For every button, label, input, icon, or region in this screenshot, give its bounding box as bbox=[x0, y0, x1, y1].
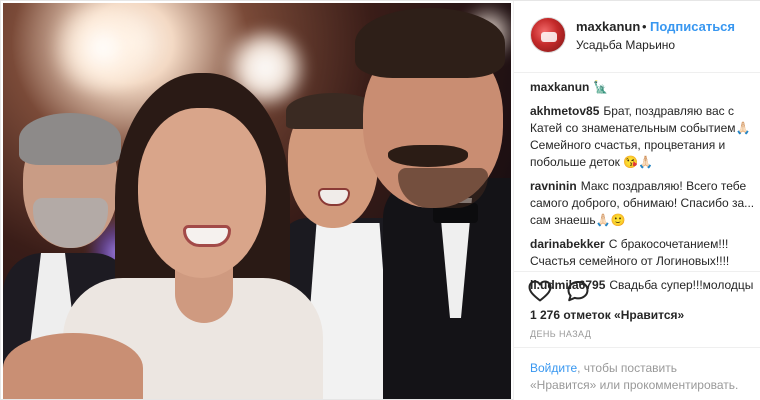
post-photo[interactable] bbox=[3, 3, 511, 399]
likes-count[interactable]: 1 276 отметок «Нравится» bbox=[530, 308, 684, 322]
bride-arm bbox=[3, 333, 143, 399]
person-right-mustache bbox=[388, 145, 468, 167]
speech-bubble-icon[interactable] bbox=[566, 280, 592, 304]
person-right-hair bbox=[355, 8, 505, 78]
comment-username[interactable]: ravninin bbox=[530, 179, 577, 193]
comment-item: darinabekker С бракосочетанием!!! Счастья… bbox=[530, 236, 756, 270]
comment-username[interactable]: akhmetov85 bbox=[530, 104, 599, 118]
login-prompt: Войдите, чтобы поставить «Нравится» или … bbox=[514, 347, 760, 400]
instagram-post: maxkanun • Подписаться Усадьба Марьино m… bbox=[0, 0, 760, 400]
post-side-panel: maxkanun • Подписаться Усадьба Марьино m… bbox=[513, 1, 760, 400]
post-actions: 1 276 отметок «Нравится» ДЕНЬ НАЗАД bbox=[514, 271, 760, 346]
heart-outline-icon[interactable] bbox=[528, 280, 554, 304]
post-author-username[interactable]: maxkanun bbox=[576, 19, 640, 34]
follow-button[interactable]: Подписаться bbox=[650, 19, 735, 34]
bride-face bbox=[138, 108, 266, 278]
avatar[interactable] bbox=[530, 17, 566, 53]
caption-username[interactable]: maxkanun bbox=[530, 80, 589, 94]
caption-text: 🗽 bbox=[593, 80, 609, 94]
comment-item: akhmetov85 Брат, поздравляю вас с Катей с… bbox=[530, 103, 756, 171]
comment-username[interactable]: darinabekker bbox=[530, 237, 605, 251]
light-flare bbox=[43, 3, 163, 93]
login-link[interactable]: Войдите bbox=[530, 361, 577, 375]
caption: maxkanun 🗽 bbox=[530, 79, 756, 96]
post-header: maxkanun • Подписаться Усадьба Марьино bbox=[514, 1, 760, 73]
person-left-hair bbox=[19, 113, 121, 165]
post-timestamp[interactable]: ДЕНЬ НАЗАД bbox=[530, 329, 591, 339]
person-right-beard bbox=[398, 168, 488, 208]
location-link[interactable]: Усадьба Марьино bbox=[576, 38, 675, 52]
separator-dot: • bbox=[642, 19, 647, 34]
comment-item: ravninin Макс поздравляю! Всего тебе само… bbox=[530, 178, 756, 229]
bride-smile bbox=[183, 225, 231, 247]
comments-list: maxkanun 🗽 akhmetov85 Брат, поздравляю вас… bbox=[530, 79, 756, 301]
